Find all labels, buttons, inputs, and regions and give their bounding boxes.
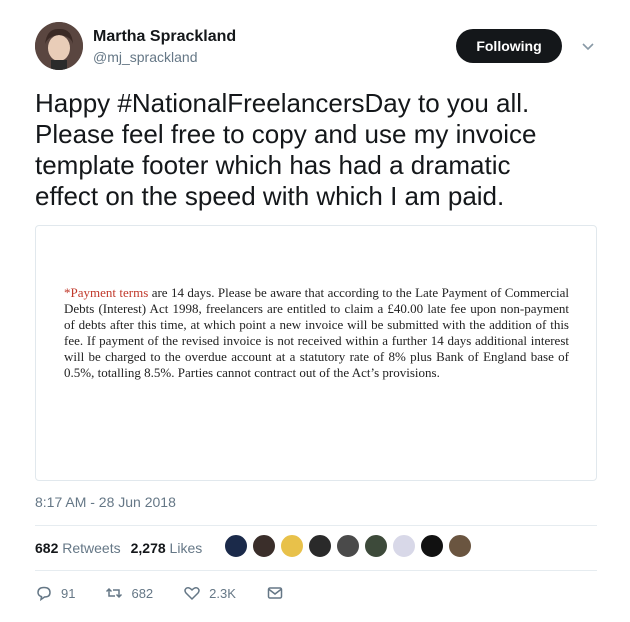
liker-avatar[interactable] bbox=[420, 534, 444, 558]
heart-icon bbox=[184, 587, 200, 601]
tweet-header: Martha Sprackland @mj_sprackland Followi… bbox=[35, 22, 605, 74]
reply-button[interactable]: 91 bbox=[35, 584, 75, 602]
payment-terms-label: *Payment terms bbox=[64, 285, 149, 300]
tweet-text: Happy #NationalFreelancersDay to you all… bbox=[35, 88, 537, 211]
tweet-actions: 91 682 2.3K bbox=[35, 584, 322, 602]
chevron-down-icon[interactable] bbox=[580, 38, 596, 54]
liker-avatar[interactable] bbox=[448, 534, 472, 558]
direct-message-button[interactable] bbox=[266, 584, 292, 602]
liker-avatars bbox=[224, 534, 476, 558]
likes-label: Likes bbox=[169, 540, 203, 556]
tweet-image[interactable]: *Payment terms are 14 days. Please be aw… bbox=[35, 225, 597, 481]
like-button[interactable]: 2.3K bbox=[183, 584, 236, 602]
invoice-footer-text: *Payment terms are 14 days. Please be aw… bbox=[64, 285, 569, 381]
liker-avatar[interactable] bbox=[364, 534, 388, 558]
timestamp[interactable]: 8:17 AM - 28 Jun 2018 bbox=[35, 494, 176, 510]
divider bbox=[35, 570, 597, 571]
display-name[interactable]: Martha Sprackland bbox=[93, 28, 236, 46]
liker-avatar[interactable] bbox=[224, 534, 248, 558]
retweets-count: 682 bbox=[35, 540, 59, 556]
liker-avatar[interactable] bbox=[252, 534, 276, 558]
likes-count: 2,278 bbox=[130, 540, 166, 556]
liker-avatar[interactable] bbox=[336, 534, 360, 558]
likes-stat[interactable]: 2,278 Likes bbox=[131, 540, 203, 556]
envelope-icon bbox=[267, 587, 283, 599]
retweet-button[interactable]: 682 bbox=[105, 584, 153, 602]
following-button[interactable]: Following bbox=[456, 29, 562, 63]
retweet-icon bbox=[106, 587, 123, 599]
engagement-stats: 682 Retweets 2,278 Likes bbox=[35, 540, 212, 556]
reply-count: 91 bbox=[61, 585, 76, 601]
avatar[interactable] bbox=[35, 22, 83, 70]
retweet-count: 682 bbox=[131, 585, 154, 601]
divider bbox=[35, 525, 597, 526]
retweets-stat[interactable]: 682 Retweets bbox=[35, 540, 121, 556]
liker-avatar[interactable] bbox=[308, 534, 332, 558]
user-handle[interactable]: @mj_sprackland bbox=[93, 47, 236, 67]
liker-avatar[interactable] bbox=[280, 534, 304, 558]
retweets-label: Retweets bbox=[62, 540, 121, 556]
reply-icon bbox=[37, 586, 51, 602]
liker-avatar[interactable] bbox=[392, 534, 416, 558]
like-count: 2.3K bbox=[209, 585, 236, 601]
